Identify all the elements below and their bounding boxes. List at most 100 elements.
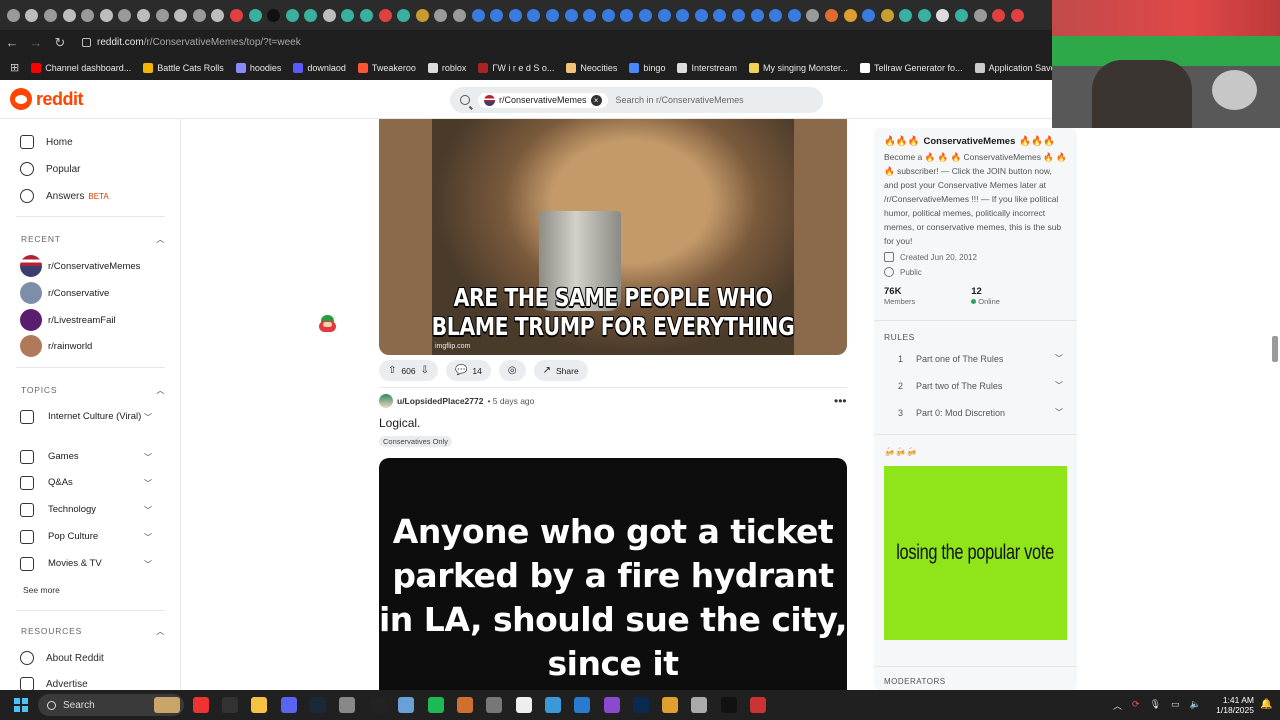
upvote-icon[interactable]: ⇧ bbox=[388, 365, 396, 376]
award-button[interactable]: ◎ bbox=[498, 360, 526, 381]
taskbar-photos-icon[interactable] bbox=[398, 697, 414, 713]
taskbar-spotify-icon[interactable] bbox=[428, 697, 444, 713]
nav-popular[interactable]: Popular bbox=[20, 162, 80, 176]
browser-tab[interactable] bbox=[469, 3, 488, 27]
taskbar-discord-icon[interactable] bbox=[281, 697, 297, 713]
forward-icon[interactable]: → bbox=[24, 35, 48, 50]
browser-tab[interactable] bbox=[227, 3, 246, 27]
url-field[interactable]: reddit.com/r/ConservativeMemes/top/?t=we… bbox=[82, 37, 301, 48]
taskbar-settings-icon[interactable] bbox=[486, 697, 502, 713]
sidebar-image-widget[interactable]: losing the popular vote bbox=[884, 466, 1067, 640]
browser-tab[interactable] bbox=[190, 3, 209, 27]
taskbar-steam-icon[interactable] bbox=[310, 697, 326, 713]
browser-tab[interactable] bbox=[450, 3, 469, 27]
search-community-chip[interactable]: r/ConservativeMemes × bbox=[478, 92, 608, 108]
browser-tab[interactable] bbox=[171, 3, 190, 27]
browser-tab[interactable] bbox=[432, 3, 451, 27]
taskbar-app-icon[interactable] bbox=[545, 697, 561, 713]
bookmark-item[interactable]: downlaod bbox=[293, 62, 346, 73]
apps-grid-icon[interactable]: ⊞ bbox=[10, 61, 19, 74]
browser-tab[interactable] bbox=[60, 3, 79, 27]
more-options-icon[interactable]: ••• bbox=[834, 394, 847, 408]
bookmark-item[interactable]: Tellraw Generator fo... bbox=[860, 62, 963, 73]
volume-icon[interactable]: 🔈 bbox=[1190, 699, 1201, 712]
browser-tab[interactable] bbox=[487, 3, 506, 27]
taskbar-app-icon[interactable] bbox=[662, 697, 678, 713]
topic-qas[interactable]: Q&As ﹀ bbox=[20, 476, 152, 490]
topic-games[interactable]: Games ﹀ bbox=[20, 450, 152, 464]
browser-tab[interactable] bbox=[376, 3, 395, 27]
browser-tab[interactable] bbox=[673, 3, 692, 27]
browser-tab[interactable] bbox=[116, 3, 135, 27]
search-input[interactable]: Search in r/ConservativeMemes bbox=[616, 95, 744, 105]
taskbar-roblox-icon[interactable] bbox=[369, 697, 385, 713]
browser-tab[interactable] bbox=[562, 3, 581, 27]
taskbar-app-icon[interactable] bbox=[222, 697, 238, 713]
topic-internet-culture[interactable]: Internet Culture (Viral) ﹀ bbox=[20, 410, 152, 424]
browser-tab[interactable] bbox=[934, 3, 953, 27]
browser-tab[interactable] bbox=[711, 3, 730, 27]
downvote-icon[interactable]: ⇩ bbox=[421, 365, 429, 376]
browser-tab[interactable] bbox=[413, 3, 432, 27]
browser-tab[interactable] bbox=[78, 3, 97, 27]
comments-button[interactable]: 💬 14 bbox=[445, 360, 491, 381]
bookmark-item[interactable]: Interstream bbox=[677, 62, 737, 73]
topic-pop-culture[interactable]: Pop Culture ﹀ bbox=[20, 530, 152, 544]
browser-tab[interactable] bbox=[655, 3, 674, 27]
bookmark-item[interactable]: Neocities bbox=[566, 62, 617, 73]
recent-item-livestreamfail[interactable]: r/LivestreamFail bbox=[20, 309, 116, 331]
browser-tab[interactable] bbox=[841, 3, 860, 27]
rule-item[interactable]: 1 Part one of The Rules ﹀ bbox=[898, 353, 1063, 364]
browser-tab[interactable] bbox=[264, 3, 283, 27]
post-image-text-meme[interactable]: Anyone who got a ticket parked by a fire… bbox=[379, 458, 847, 690]
browser-tab[interactable] bbox=[729, 3, 748, 27]
post-author[interactable]: u/LopsidedPlace2772 bbox=[397, 396, 483, 406]
back-icon[interactable]: ← bbox=[0, 35, 24, 50]
post-title[interactable]: Logical. bbox=[379, 416, 420, 430]
browser-tab[interactable] bbox=[153, 3, 172, 27]
taskbar-search[interactable]: Search bbox=[38, 694, 184, 716]
browser-tab[interactable] bbox=[766, 3, 785, 27]
bookmark-item[interactable]: Battle Cats Rolls bbox=[143, 62, 224, 73]
nav-answers[interactable]: Answers BETA bbox=[20, 189, 109, 203]
search-bar[interactable]: r/ConservativeMemes × Search in r/Conser… bbox=[450, 87, 823, 113]
sync-icon[interactable]: ⟳ bbox=[1132, 699, 1140, 712]
recent-item-conservative[interactable]: r/Conservative bbox=[20, 282, 109, 304]
browser-tab[interactable] bbox=[283, 3, 302, 27]
share-button[interactable]: ↗ Share bbox=[533, 360, 588, 381]
recent-item-conservativememes[interactable]: r/ConservativeMemes bbox=[20, 255, 140, 277]
notification-icon[interactable]: 🔔 bbox=[1260, 699, 1272, 710]
see-more-link[interactable]: See more bbox=[23, 585, 60, 595]
taskbar-app-icon[interactable] bbox=[457, 697, 473, 713]
resource-about-reddit[interactable]: About Reddit bbox=[20, 651, 104, 665]
browser-tab[interactable] bbox=[543, 3, 562, 27]
browser-tab[interactable] bbox=[23, 3, 42, 27]
taskbar-chrome-icon[interactable] bbox=[193, 697, 209, 713]
bookmark-item[interactable]: roblox bbox=[427, 62, 466, 73]
bookmark-item[interactable]: My singing Monster... bbox=[748, 62, 848, 73]
browser-tab[interactable] bbox=[580, 3, 599, 27]
clear-chip-icon[interactable]: × bbox=[590, 94, 602, 106]
browser-tab[interactable] bbox=[915, 3, 934, 27]
nav-home[interactable]: Home bbox=[20, 135, 73, 149]
taskbar-app-icon[interactable] bbox=[691, 697, 707, 713]
taskbar-file-explorer-icon[interactable] bbox=[251, 697, 267, 713]
browser-tab[interactable] bbox=[134, 3, 153, 27]
browser-tab[interactable] bbox=[971, 3, 990, 27]
browser-tab[interactable] bbox=[339, 3, 358, 27]
user-avatar[interactable] bbox=[379, 394, 393, 408]
reddit-logo[interactable]: reddit bbox=[10, 88, 84, 110]
browser-tab[interactable] bbox=[1008, 3, 1027, 27]
bookmark-item[interactable]: hoodies bbox=[235, 62, 281, 73]
taskbar-epic-games-icon[interactable] bbox=[721, 697, 737, 713]
bookmark-item[interactable]: ΓW i r e d S o... bbox=[478, 62, 554, 73]
browser-tab[interactable] bbox=[357, 3, 376, 27]
browser-tab[interactable] bbox=[785, 3, 804, 27]
taskbar-app-icon[interactable] bbox=[339, 697, 355, 713]
taskbar-photoshop-icon[interactable] bbox=[633, 697, 649, 713]
bookmark-item[interactable]: Tweakeroo bbox=[357, 62, 416, 73]
page-scrollbar-thumb[interactable] bbox=[1272, 336, 1278, 362]
taskbar-clock[interactable]: 1:41 AM 1/18/2025 bbox=[1214, 695, 1254, 715]
browser-tab[interactable] bbox=[952, 3, 971, 27]
site-info-icon[interactable] bbox=[82, 38, 91, 47]
